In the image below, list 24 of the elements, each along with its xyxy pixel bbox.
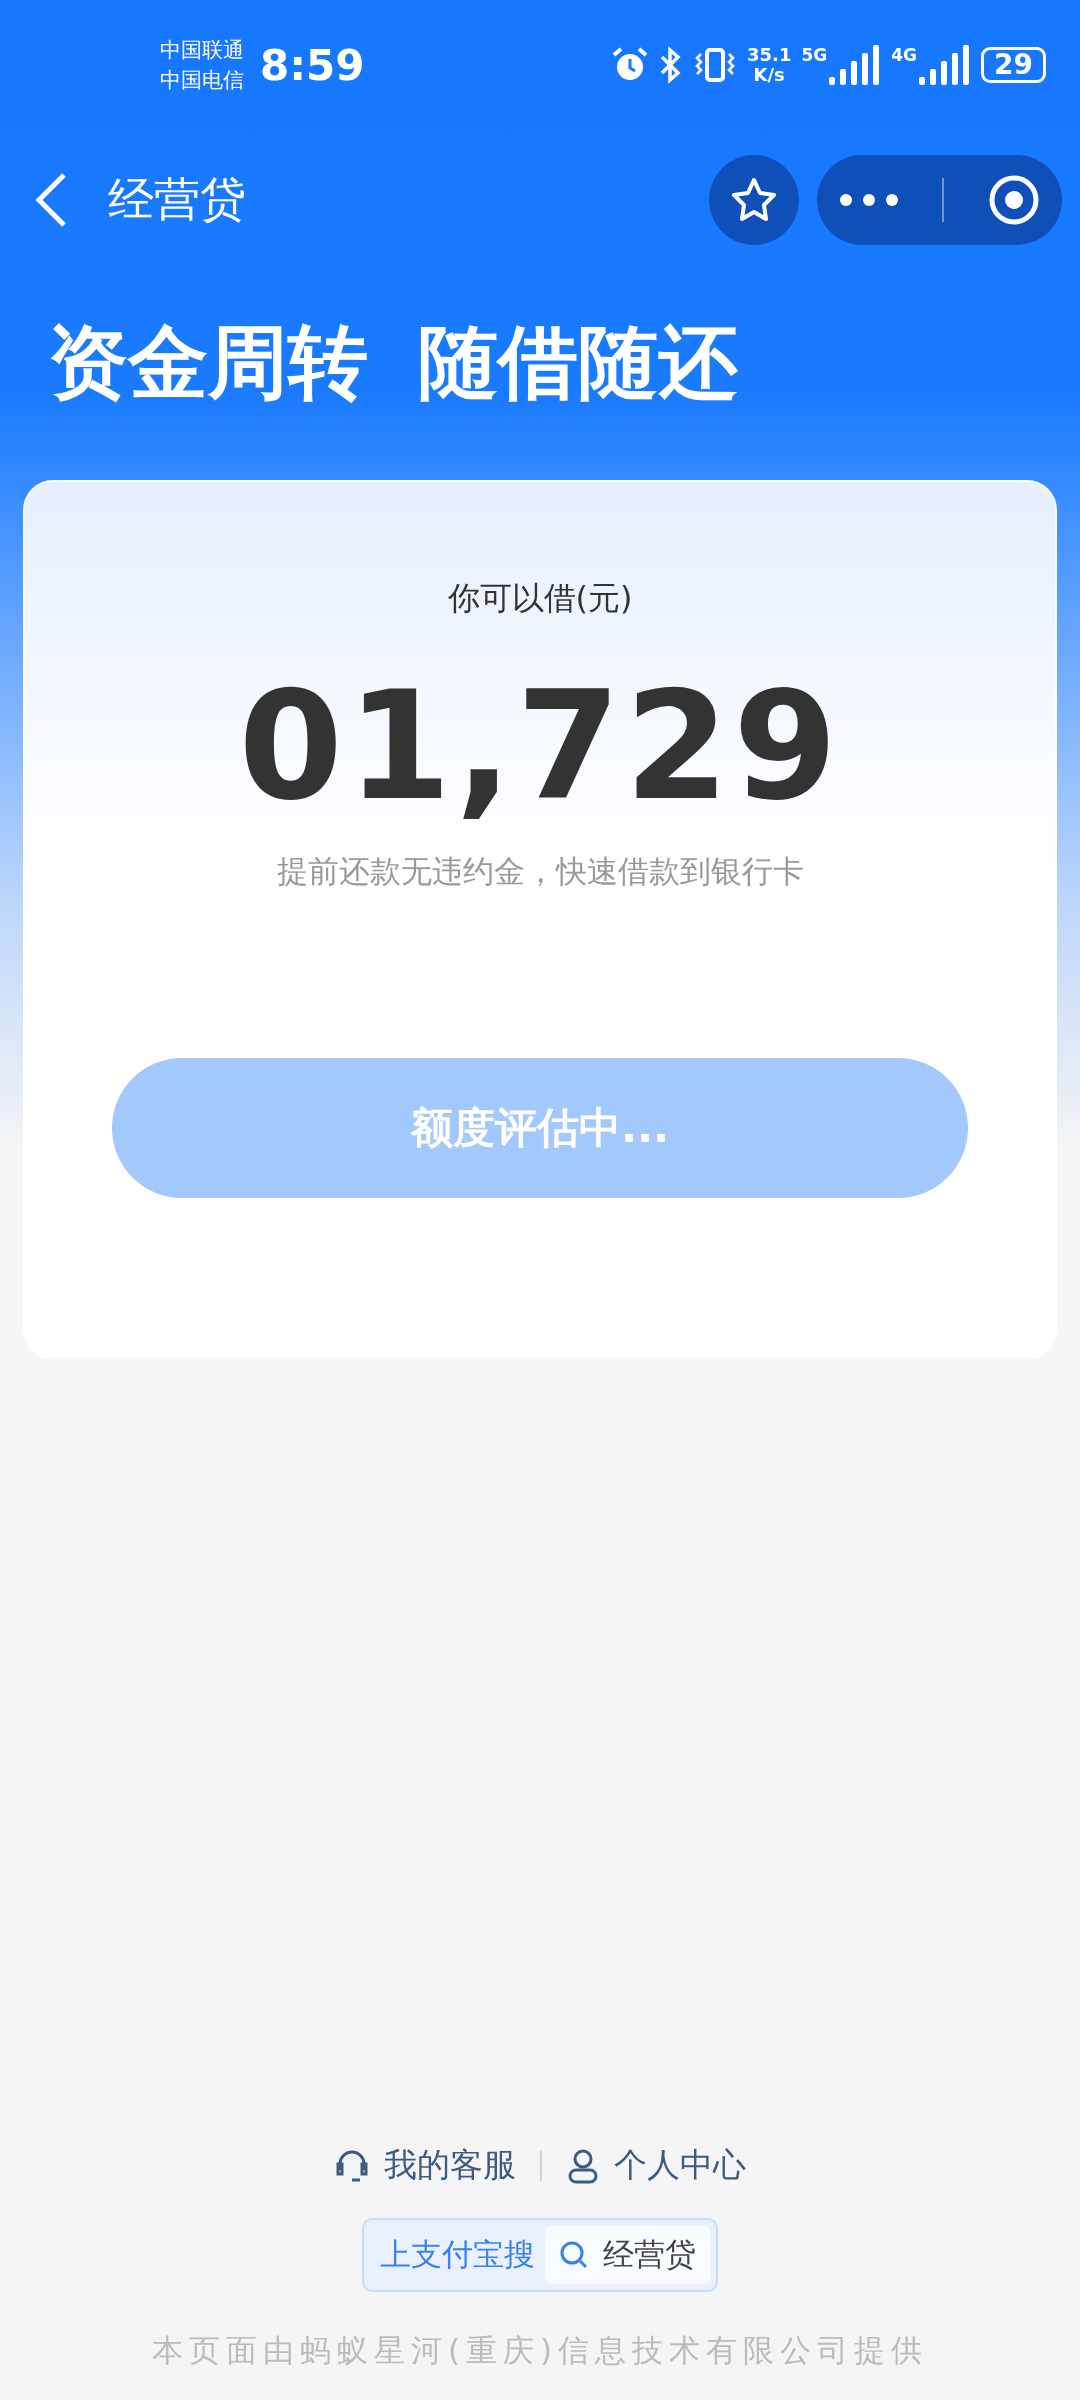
- page-title: 经营贷: [108, 171, 247, 228]
- copyright-text: 本页面由蚂蚁星河(重庆)信息技术有限公司提供: [150, 2331, 930, 2370]
- carrier-name: 中国电信: [160, 67, 244, 94]
- limit-label: 你可以借(元): [447, 578, 633, 619]
- headline-text: 资金周转: [48, 315, 368, 411]
- footer-link[interactable]: 个人中心: [566, 2143, 746, 2188]
- search-icon: [559, 2240, 589, 2270]
- more-icon[interactable]: [838, 193, 899, 207]
- limit-amount: 01,729: [238, 661, 842, 831]
- search-query: 经营贷: [603, 2235, 696, 2274]
- footer-link[interactable]: 我的客服: [334, 2143, 516, 2188]
- carrier-name: 中国联通: [160, 37, 244, 64]
- network-speed: 35.1: [747, 45, 792, 65]
- search-hint[interactable]: 上支付宝搜 经营贷: [362, 2218, 718, 2292]
- headline-text: 随借随还: [418, 315, 738, 411]
- loan-note: 提前还款无违约金，快速借款到银行卡: [276, 852, 804, 891]
- bluetooth-icon: [659, 46, 683, 84]
- vibrate-icon: [693, 46, 737, 84]
- clock-time: 8:59: [260, 40, 365, 90]
- person-icon: [566, 2147, 600, 2184]
- back-icon[interactable]: [34, 172, 68, 228]
- battery-level: 29: [981, 47, 1046, 83]
- search-prefix: 上支付宝搜: [379, 2235, 536, 2274]
- network-speed: K/s: [753, 65, 785, 85]
